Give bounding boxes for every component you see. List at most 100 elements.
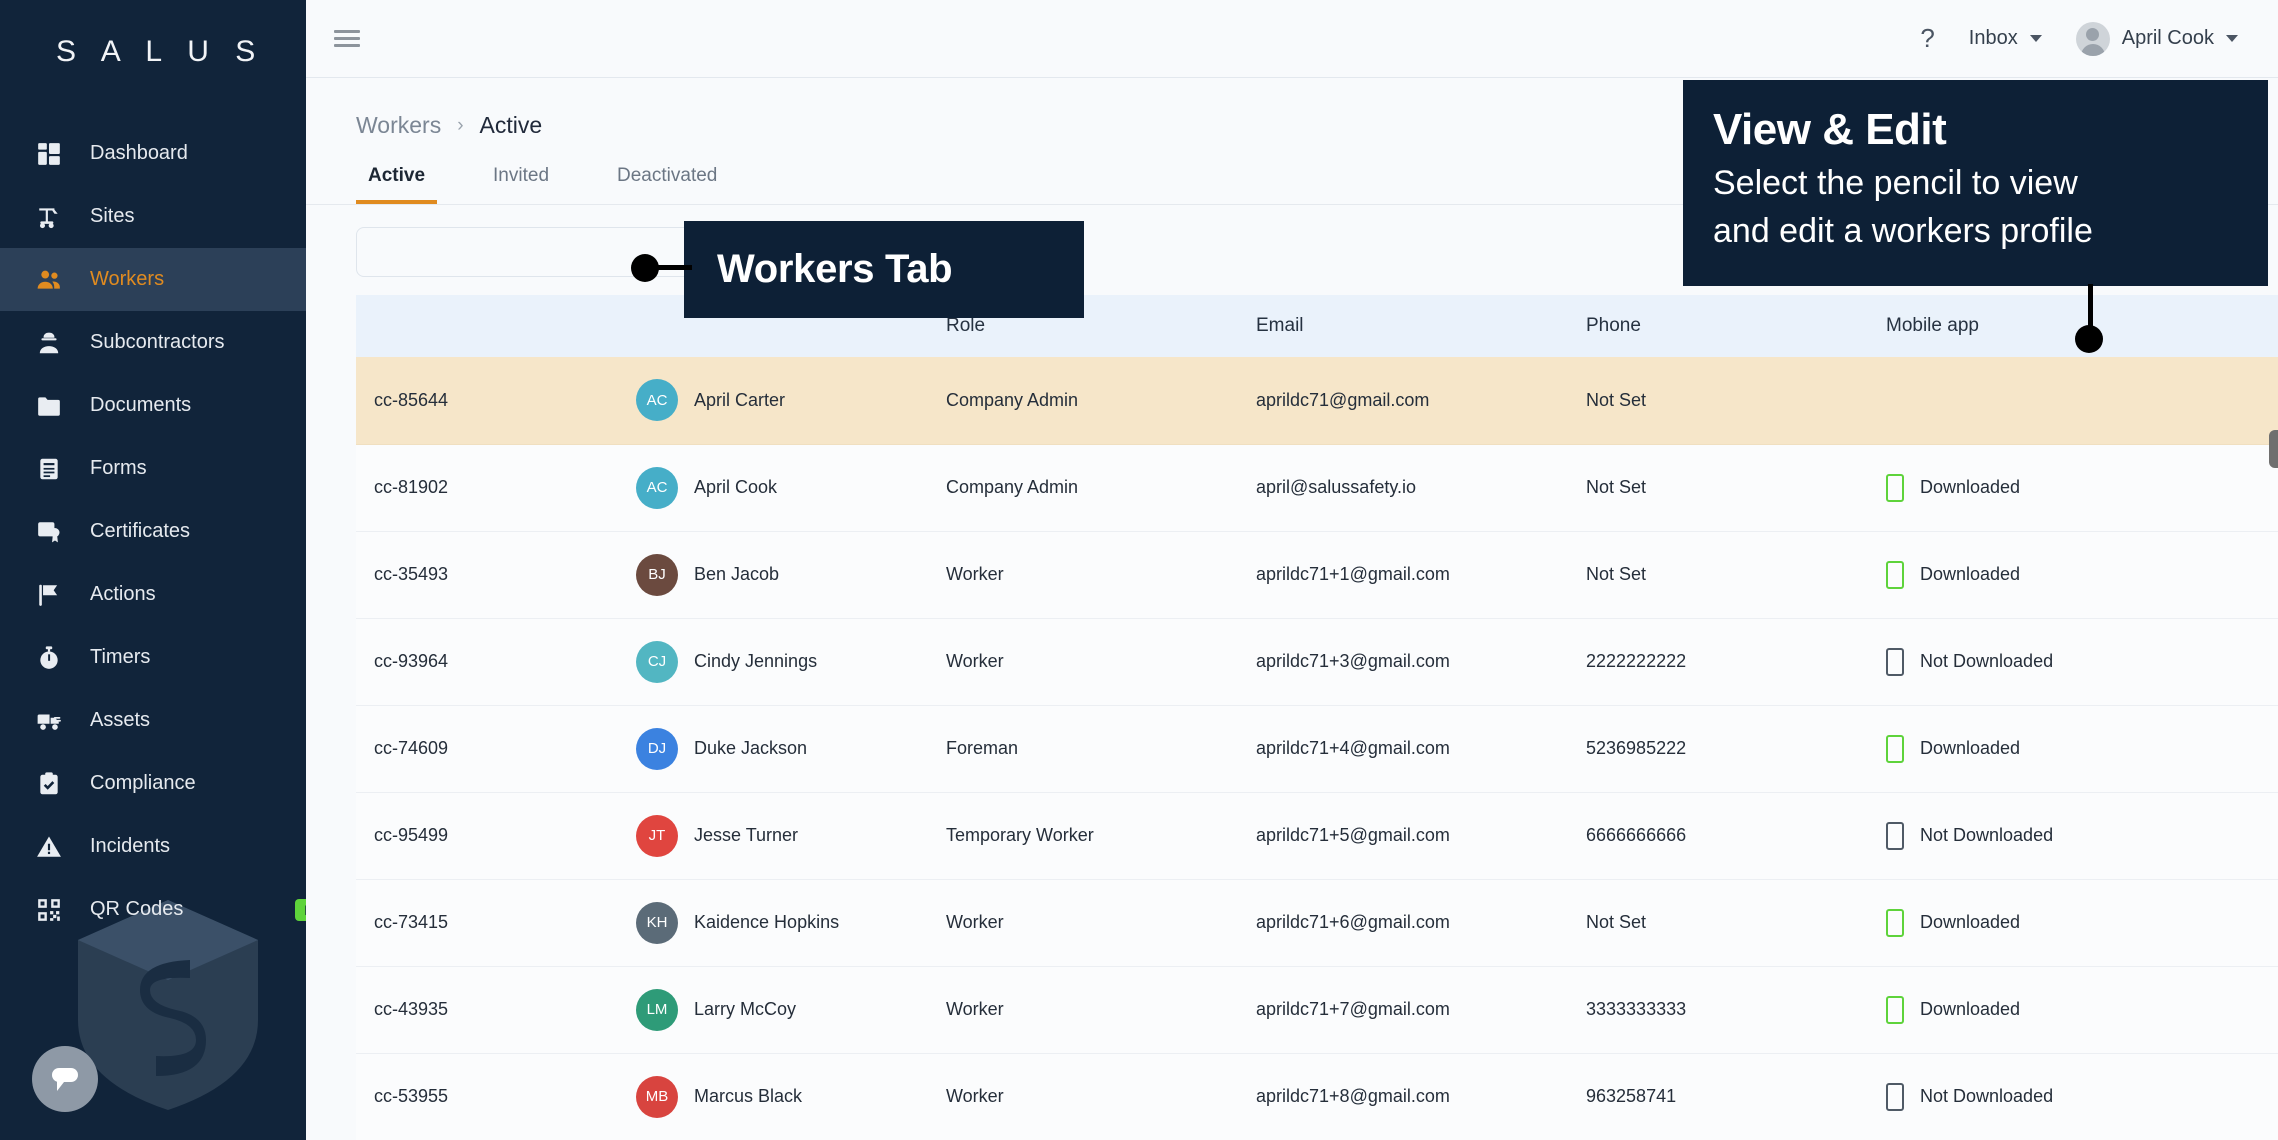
worker-name: Marcus Black	[694, 1086, 803, 1106]
form-icon	[40, 458, 58, 479]
folder-icon	[36, 393, 70, 419]
chat-glyph-icon	[52, 1068, 78, 1091]
sidebar-item-timers[interactable]: Timers	[0, 626, 306, 689]
cell-name: CJ Cindy Jennings	[636, 618, 946, 706]
table-row[interactable]: cc-43935 LM Larry McCoy Worker aprildc71+7@g…	[356, 966, 2278, 1054]
cell-email: aprildc71@gmail.com	[1256, 357, 1586, 445]
mobile-app-status: Downloaded	[1886, 734, 2186, 763]
avatar-initials: BJ	[648, 566, 666, 583]
sidebar-item-label: Incidents	[90, 835, 171, 857]
callout-workers-tab-leader-line	[656, 265, 692, 270]
sidebar-item-assets[interactable]: Assets	[0, 689, 306, 752]
breadcrumb-root[interactable]: Workers	[356, 112, 441, 139]
sidebar-item-qr-codes[interactable]: QR Codes NEW	[0, 878, 306, 941]
cell-phone: 2222222222	[1586, 618, 1886, 706]
mobile-app-label: Not Downloaded	[1920, 651, 2054, 671]
cell-phone: 3333333333	[1586, 966, 1886, 1054]
table-row[interactable]: cc-73415 KH Kaidence Hopkins Worker aprildc7…	[356, 879, 2278, 967]
mobile-app-status: Downloaded	[1886, 995, 2186, 1024]
mobile-app-status: Not Downloaded	[1886, 647, 2186, 676]
cell-mobile-app: Not Downloaded	[1886, 618, 2186, 706]
sidebar: S A L U S Dashboard Sites Workers Subcontra…	[0, 0, 306, 1140]
inbox-menu[interactable]: Inbox	[1969, 27, 2042, 50]
avatar: AC	[636, 379, 678, 422]
mobile-app-label: Downloaded	[1920, 564, 2021, 584]
avatar: KH	[636, 901, 678, 944]
column-header-blank-0	[356, 295, 636, 357]
sidebar-item-dashboard[interactable]: Dashboard	[0, 122, 306, 185]
certificate-icon	[36, 519, 70, 545]
cell-code: cc-93964	[356, 618, 636, 706]
cell-email: aprildc71+4@gmail.com	[1256, 705, 1586, 793]
truck-icon	[36, 708, 70, 734]
sidebar-item-compliance[interactable]: Compliance	[0, 752, 306, 815]
workers-table: Role Email Phone Mobile app cc-85644 AC April…	[356, 295, 2278, 1140]
avatar-initials: KH	[646, 914, 668, 931]
sidebar-item-subcontractors[interactable]: Subcontractors	[0, 311, 306, 374]
workers-table-container: Role Email Phone Mobile app cc-85644 AC April…	[306, 295, 2278, 1140]
sidebar-item-sites[interactable]: Sites	[0, 185, 306, 248]
cell-mobile-app: Not Downloaded	[1886, 792, 2186, 880]
sidebar-item-label: Compliance	[90, 772, 196, 794]
cell-role: Worker	[946, 879, 1256, 967]
tab-invited[interactable]: Invited	[481, 165, 561, 204]
table-row[interactable]: cc-35493 BJ Ben Jacob Worker aprildc71+1@gma…	[356, 531, 2278, 619]
table-body: cc-85644 AC April Carter Company Admin april…	[356, 357, 2278, 1140]
table-row[interactable]: cc-81902 AC April Cook Company Admin april@s…	[356, 444, 2278, 532]
sidebar-item-label: Dashboard	[90, 142, 188, 164]
cell-code: cc-85644	[356, 357, 636, 445]
callout-view-edit-title: View & Edit	[1713, 105, 1947, 154]
cell-role: Worker	[946, 1053, 1256, 1140]
mobile-app-status: Not Downloaded	[1886, 1082, 2186, 1111]
sidebar-item-forms[interactable]: Forms	[0, 437, 306, 500]
table-row[interactable]: cc-53955 MB Marcus Black Worker aprildc71+8@…	[356, 1053, 2278, 1140]
sidebar-item-certificates[interactable]: Certificates	[0, 500, 306, 563]
cell-name: AC April Carter	[636, 357, 946, 445]
sidebar-item-incidents[interactable]: Incidents	[0, 815, 306, 878]
avatar: MB	[636, 1075, 678, 1118]
worker-name-group: MB Marcus Black	[636, 1075, 946, 1118]
worker-name-group: AC April Cook	[636, 466, 946, 509]
truck-icon	[37, 714, 61, 730]
sidebar-item-label: Actions	[90, 583, 156, 605]
clipboard-check-icon	[36, 771, 70, 797]
sidebar-item-label: Sites	[90, 205, 135, 227]
sidebar-item-label: Timers	[90, 646, 151, 668]
flag-icon	[36, 582, 70, 608]
table-row[interactable]: cc-85644 AC April Carter Company Admin april…	[356, 357, 2278, 469]
tab-active[interactable]: Active	[356, 165, 438, 204]
callout-workers-tab: Workers Tab	[684, 221, 1084, 318]
avatar: BJ	[636, 553, 678, 596]
sidebar-item-label: Certificates	[90, 520, 191, 542]
table-row[interactable]: cc-74609 DJ Duke Jackson Foreman aprildc71+4…	[356, 705, 2278, 793]
cell-phone: 963258741	[1586, 1053, 1886, 1140]
cell-actions	[2186, 792, 2278, 880]
worker-name: Larry McCoy	[694, 999, 797, 1019]
column-header-mobile-app: Mobile app	[1886, 295, 2186, 357]
stopwatch-icon	[40, 645, 58, 669]
help-icon[interactable]: ?	[1920, 23, 1934, 54]
cell-email: aprildc71+7@gmail.com	[1256, 966, 1586, 1054]
cell-phone: 5236985222	[1586, 705, 1886, 793]
table-row[interactable]: cc-93964 CJ Cindy Jennings Worker aprildc71+…	[356, 618, 2278, 706]
cell-email: aprildc71+6@gmail.com	[1256, 879, 1586, 967]
sidebar-item-documents[interactable]: Documents	[0, 374, 306, 437]
table-row[interactable]: cc-95499 JT Jesse Turner Temporary Worker ap…	[356, 792, 2278, 880]
avatar: AC	[636, 466, 678, 509]
certificate-icon	[38, 521, 60, 542]
brand-logo[interactable]: S A L U S	[0, 0, 306, 104]
tab-deactivated[interactable]: Deactivated	[605, 165, 729, 204]
avatar	[2075, 21, 2110, 56]
cell-mobile-app: Downloaded	[1886, 444, 2186, 532]
sidebar-item-workers[interactable]: Workers	[0, 248, 306, 311]
cell-name: JT Jesse Turner	[636, 792, 946, 880]
inbox-label: Inbox	[1968, 27, 2018, 49]
chat-bubble-icon[interactable]	[32, 1046, 98, 1112]
avatar-initials: CJ	[647, 653, 667, 670]
user-menu[interactable]: April Cook	[2075, 21, 2238, 56]
sidebar-item-actions[interactable]: Actions	[0, 563, 306, 626]
callout-view-edit-leader-dot	[2075, 325, 2103, 353]
avatar-initials: JT	[648, 827, 666, 844]
callout-workers-tab-title: Workers Tab	[717, 247, 953, 291]
hamburger-icon[interactable]	[334, 26, 360, 51]
